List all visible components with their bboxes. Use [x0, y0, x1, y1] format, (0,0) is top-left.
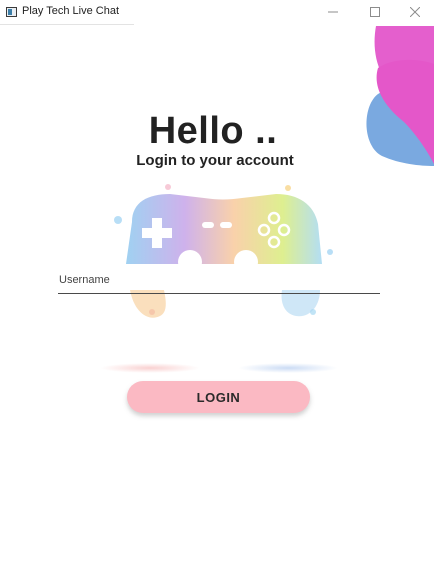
close-button[interactable] — [400, 2, 430, 22]
maximize-icon — [370, 7, 380, 17]
username-input[interactable] — [58, 266, 380, 294]
minimize-icon — [328, 11, 338, 13]
gamepad-watercolor-icon — [114, 184, 333, 318]
minimize-button[interactable] — [318, 2, 348, 22]
greeting-heading: Hello .. — [148, 110, 278, 152]
maximize-button[interactable] — [360, 2, 390, 22]
blue-glow — [238, 363, 338, 373]
login-subtitle: Login to your account — [136, 152, 294, 169]
window-title: Play Tech Live Chat — [22, 5, 120, 17]
login-button[interactable]: LOGIN — [127, 381, 310, 413]
app-window-icon — [6, 7, 17, 17]
login-window: Play Tech Live Chat Hello .. Login to yo… — [0, 0, 434, 575]
title-bar[interactable]: Play Tech Live Chat — [0, 0, 434, 24]
pink-glow — [100, 363, 200, 373]
username-field-container — [58, 266, 380, 296]
title-divider — [0, 24, 134, 25]
close-icon — [410, 7, 420, 17]
